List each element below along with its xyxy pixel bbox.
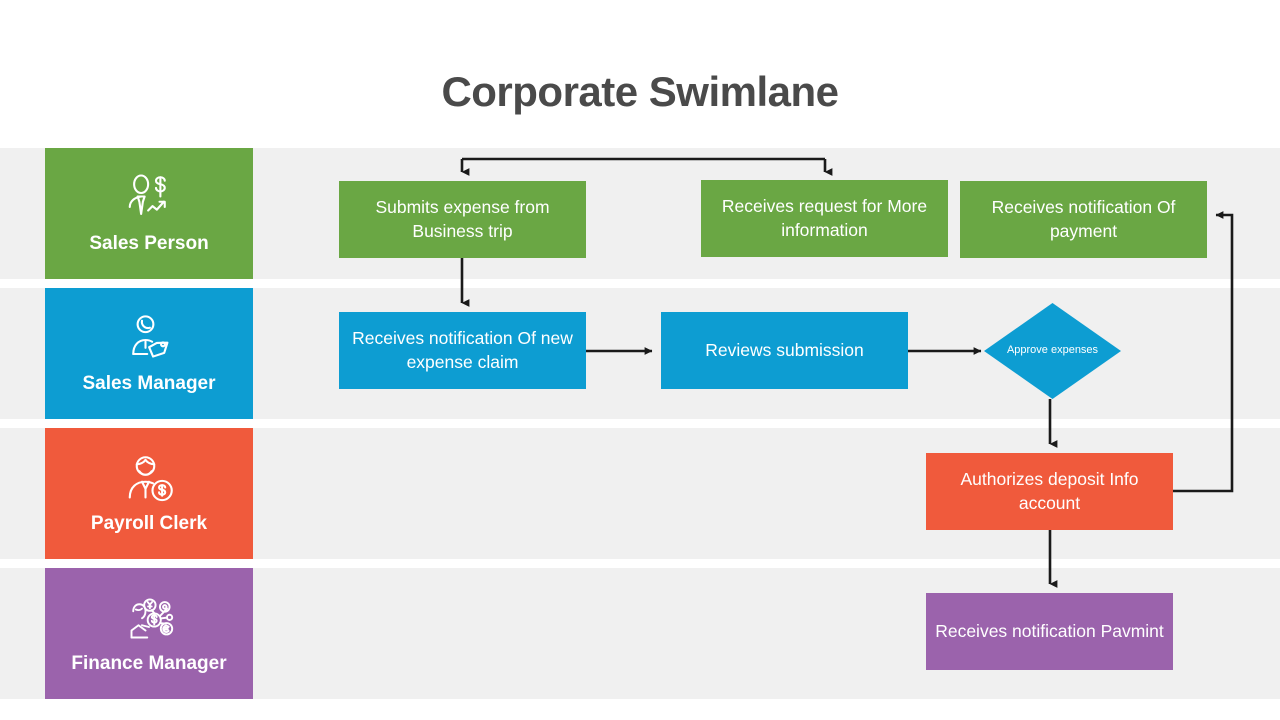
node-reviews-submission[interactable]: Reviews submission [661, 312, 908, 389]
lane-label-finance-manager: Finance Manager [71, 653, 227, 675]
node-authorizes-deposit[interactable]: Authorizes deposit Info account [926, 453, 1173, 530]
lane-header-sales-manager[interactable]: Sales Manager [45, 288, 253, 419]
person-currency-network-icon [121, 592, 177, 648]
lane-header-finance-manager[interactable]: Finance Manager [45, 568, 253, 699]
node-submits-expense[interactable]: Submits expense from Business trip [339, 181, 586, 258]
lane-label-sales-manager: Sales Manager [82, 373, 216, 395]
lane-label-sales-person: Sales Person [89, 233, 209, 255]
lane-header-sales-person[interactable]: Sales Person [45, 148, 253, 279]
node-receives-notification-new-claim[interactable]: Receives notification Of new expense cla… [339, 312, 586, 389]
node-receives-request-more-info[interactable]: Receives request for More information [701, 180, 948, 257]
lane-header-payroll-clerk[interactable]: Payroll Clerk [45, 428, 253, 559]
person-dollar-growth-icon [121, 172, 177, 228]
node-receives-notification-payment[interactable]: Receives notification Of payment [960, 181, 1207, 258]
person-tag-icon [121, 312, 177, 368]
node-receives-notification-pavmint[interactable]: Receives notification Pavmint [926, 593, 1173, 670]
page-title: Corporate Swimlane [441, 68, 839, 115]
lane-label-payroll-clerk: Payroll Clerk [90, 513, 208, 535]
person-coin-icon [121, 452, 177, 508]
